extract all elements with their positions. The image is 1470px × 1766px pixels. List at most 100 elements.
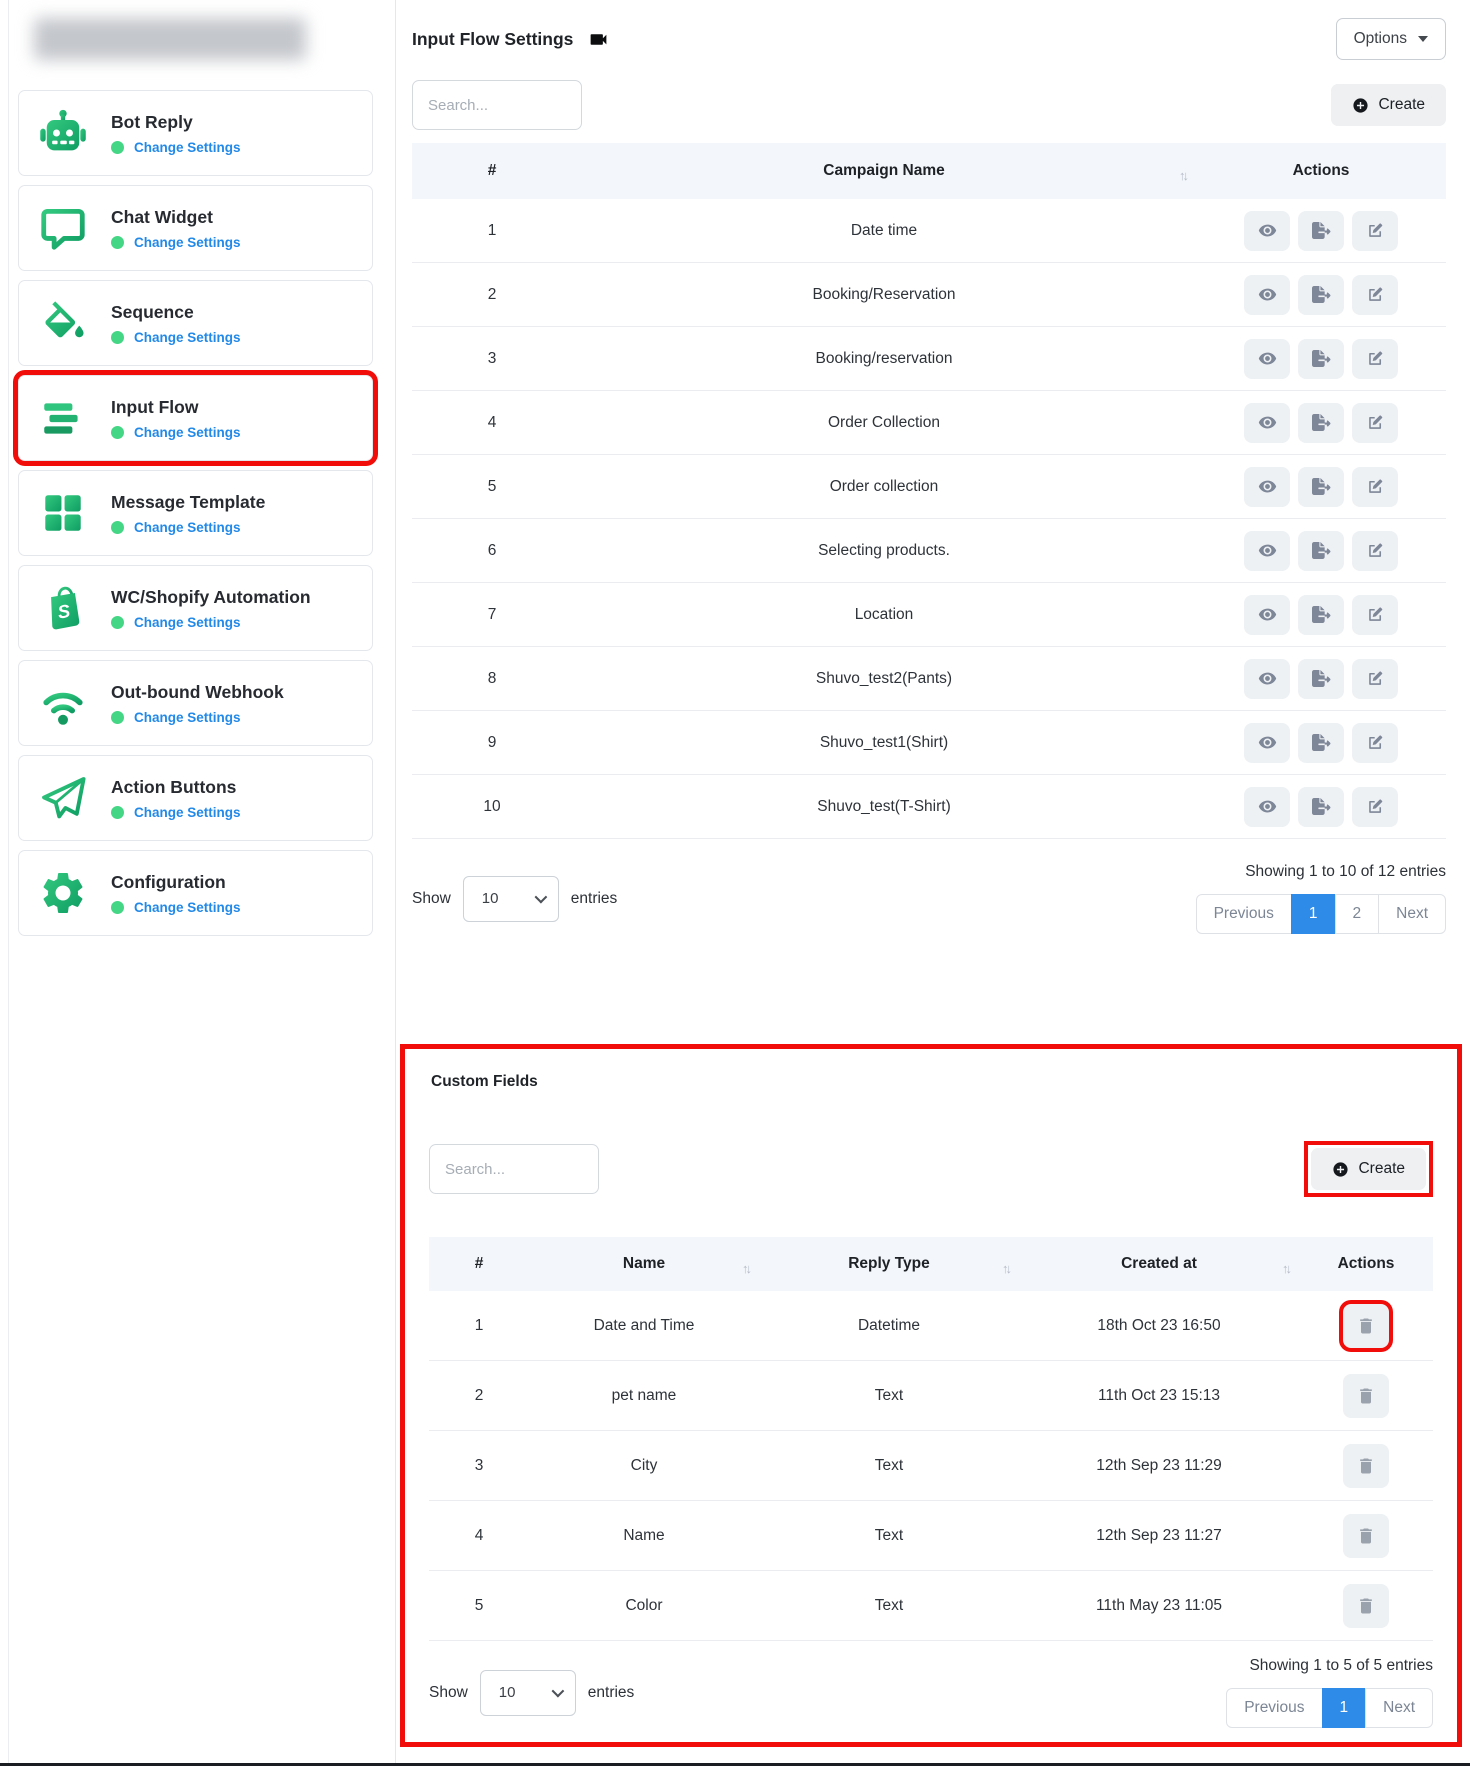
edit-button[interactable] xyxy=(1352,723,1398,763)
view-button[interactable] xyxy=(1244,275,1290,315)
next-page-button[interactable]: Next xyxy=(1378,894,1446,934)
change-settings-link[interactable]: Change Settings xyxy=(134,805,241,820)
edit-icon xyxy=(1366,285,1385,304)
edit-icon xyxy=(1366,733,1385,752)
custom-fields-create-button[interactable]: Create xyxy=(1311,1148,1426,1190)
page-button-1[interactable]: 1 xyxy=(1322,1688,1367,1728)
export-button[interactable] xyxy=(1298,211,1344,251)
entries-label: entries xyxy=(571,890,618,908)
export-button[interactable] xyxy=(1298,275,1344,315)
delete-button[interactable] xyxy=(1343,1374,1389,1418)
plus-circle-icon xyxy=(1352,97,1369,114)
entries-summary: Showing 1 to 10 of 12 entries xyxy=(1245,863,1446,881)
change-settings-link[interactable]: Change Settings xyxy=(134,520,241,535)
change-settings-link[interactable]: Change Settings xyxy=(134,425,241,440)
edit-button[interactable] xyxy=(1352,467,1398,507)
change-settings-link[interactable]: Change Settings xyxy=(134,615,241,630)
export-button[interactable] xyxy=(1298,659,1344,699)
edit-button[interactable] xyxy=(1352,275,1398,315)
edit-button[interactable] xyxy=(1352,595,1398,635)
delete-button[interactable] xyxy=(1343,1304,1389,1348)
previous-page-button[interactable]: Previous xyxy=(1196,894,1292,934)
eye-icon xyxy=(1258,413,1277,432)
options-button[interactable]: Options xyxy=(1336,18,1446,60)
custom-fields-search-input[interactable] xyxy=(429,1144,599,1194)
edit-icon xyxy=(1366,221,1385,240)
view-button[interactable] xyxy=(1244,403,1290,443)
sort-icon[interactable]: ↑↓ xyxy=(1282,1261,1289,1276)
change-settings-link[interactable]: Change Settings xyxy=(134,710,241,725)
sidebar-item-label: Sequence xyxy=(111,302,241,323)
sidebar-item-bot-reply[interactable]: Bot Reply Change Settings xyxy=(18,90,373,176)
page-size-select[interactable]: 10 xyxy=(480,1670,576,1716)
edit-icon xyxy=(1366,605,1385,624)
delete-button[interactable] xyxy=(1343,1514,1389,1558)
eye-icon xyxy=(1258,733,1277,752)
sidebar: Bot Reply Change Settings Chat Widget Ch… xyxy=(0,0,396,1766)
delete-button[interactable] xyxy=(1343,1444,1389,1488)
change-settings-link[interactable]: Change Settings xyxy=(134,330,241,345)
sidebar-item-configuration[interactable]: Configuration Change Settings xyxy=(18,850,373,936)
export-button[interactable] xyxy=(1298,403,1344,443)
edit-button[interactable] xyxy=(1352,403,1398,443)
view-button[interactable] xyxy=(1244,595,1290,635)
campaign-name: Order Collection xyxy=(572,414,1196,432)
sort-icon[interactable]: ↑↓ xyxy=(1179,168,1186,183)
view-button[interactable] xyxy=(1244,659,1290,699)
next-page-button[interactable]: Next xyxy=(1365,1688,1433,1728)
export-button[interactable] xyxy=(1298,723,1344,763)
page-size-select[interactable]: 10 xyxy=(463,876,559,922)
previous-page-button[interactable]: Previous xyxy=(1226,1688,1322,1728)
export-button[interactable] xyxy=(1298,467,1344,507)
view-button[interactable] xyxy=(1244,339,1290,379)
sidebar-item-out-bound-webhook[interactable]: Out-bound Webhook Change Settings xyxy=(18,660,373,746)
table-row: 7 Location xyxy=(412,583,1446,647)
change-settings-link[interactable]: Change Settings xyxy=(134,235,241,250)
sidebar-item-wc-shopify-automation[interactable]: S WC/Shopify Automation Change Settings xyxy=(18,565,373,651)
view-button[interactable] xyxy=(1244,211,1290,251)
sidebar-item-message-template[interactable]: Message Template Change Settings xyxy=(18,470,373,556)
edit-button[interactable] xyxy=(1352,531,1398,571)
export-button[interactable] xyxy=(1298,531,1344,571)
export-button[interactable] xyxy=(1298,339,1344,379)
table-row: 5 Order collection xyxy=(412,455,1446,519)
change-settings-link[interactable]: Change Settings xyxy=(134,140,241,155)
page-button-2[interactable]: 2 xyxy=(1335,894,1380,934)
reply-type: Text xyxy=(759,1387,1019,1405)
view-button[interactable] xyxy=(1244,531,1290,571)
sidebar-item-chat-widget[interactable]: Chat Widget Change Settings xyxy=(18,185,373,271)
edit-icon xyxy=(1366,541,1385,560)
field-name: Color xyxy=(529,1597,759,1615)
campaign-name: Order collection xyxy=(572,478,1196,496)
view-button[interactable] xyxy=(1244,723,1290,763)
col-reply-type: Reply Type ↑↓ xyxy=(759,1255,1019,1273)
view-button[interactable] xyxy=(1244,467,1290,507)
eye-icon xyxy=(1258,605,1277,624)
page-button-1[interactable]: 1 xyxy=(1291,894,1336,934)
export-button[interactable] xyxy=(1298,787,1344,827)
file-export-icon xyxy=(1312,350,1331,367)
export-button[interactable] xyxy=(1298,595,1344,635)
delete-button[interactable] xyxy=(1343,1584,1389,1628)
sidebar-item-input-flow[interactable]: Input Flow Change Settings xyxy=(18,375,373,461)
edit-button[interactable] xyxy=(1352,211,1398,251)
sort-icon[interactable]: ↑↓ xyxy=(742,1261,749,1276)
video-camera-icon[interactable] xyxy=(588,29,609,50)
flows-create-button[interactable]: Create xyxy=(1331,84,1446,126)
sidebar-item-label: Action Buttons xyxy=(111,777,241,798)
change-settings-link[interactable]: Change Settings xyxy=(134,900,241,915)
status-dot xyxy=(111,426,124,439)
table-row: 5 Color Text 11th May 23 11:05 xyxy=(429,1571,1433,1641)
eye-icon xyxy=(1258,221,1277,240)
table-header: # Name ↑↓ Reply Type ↑↓ Created at ↑↓ Ac… xyxy=(429,1237,1433,1291)
edit-button[interactable] xyxy=(1352,339,1398,379)
sidebar-item-action-buttons[interactable]: Action Buttons Change Settings xyxy=(18,755,373,841)
edit-button[interactable] xyxy=(1352,787,1398,827)
flows-search-input[interactable] xyxy=(412,80,582,130)
sort-icon[interactable]: ↑↓ xyxy=(1002,1261,1009,1276)
view-button[interactable] xyxy=(1244,787,1290,827)
sidebar-item-sequence[interactable]: Sequence Change Settings xyxy=(18,280,373,366)
chevron-down-icon xyxy=(534,891,547,904)
edit-button[interactable] xyxy=(1352,659,1398,699)
table-row: 3 Booking/reservation xyxy=(412,327,1446,391)
